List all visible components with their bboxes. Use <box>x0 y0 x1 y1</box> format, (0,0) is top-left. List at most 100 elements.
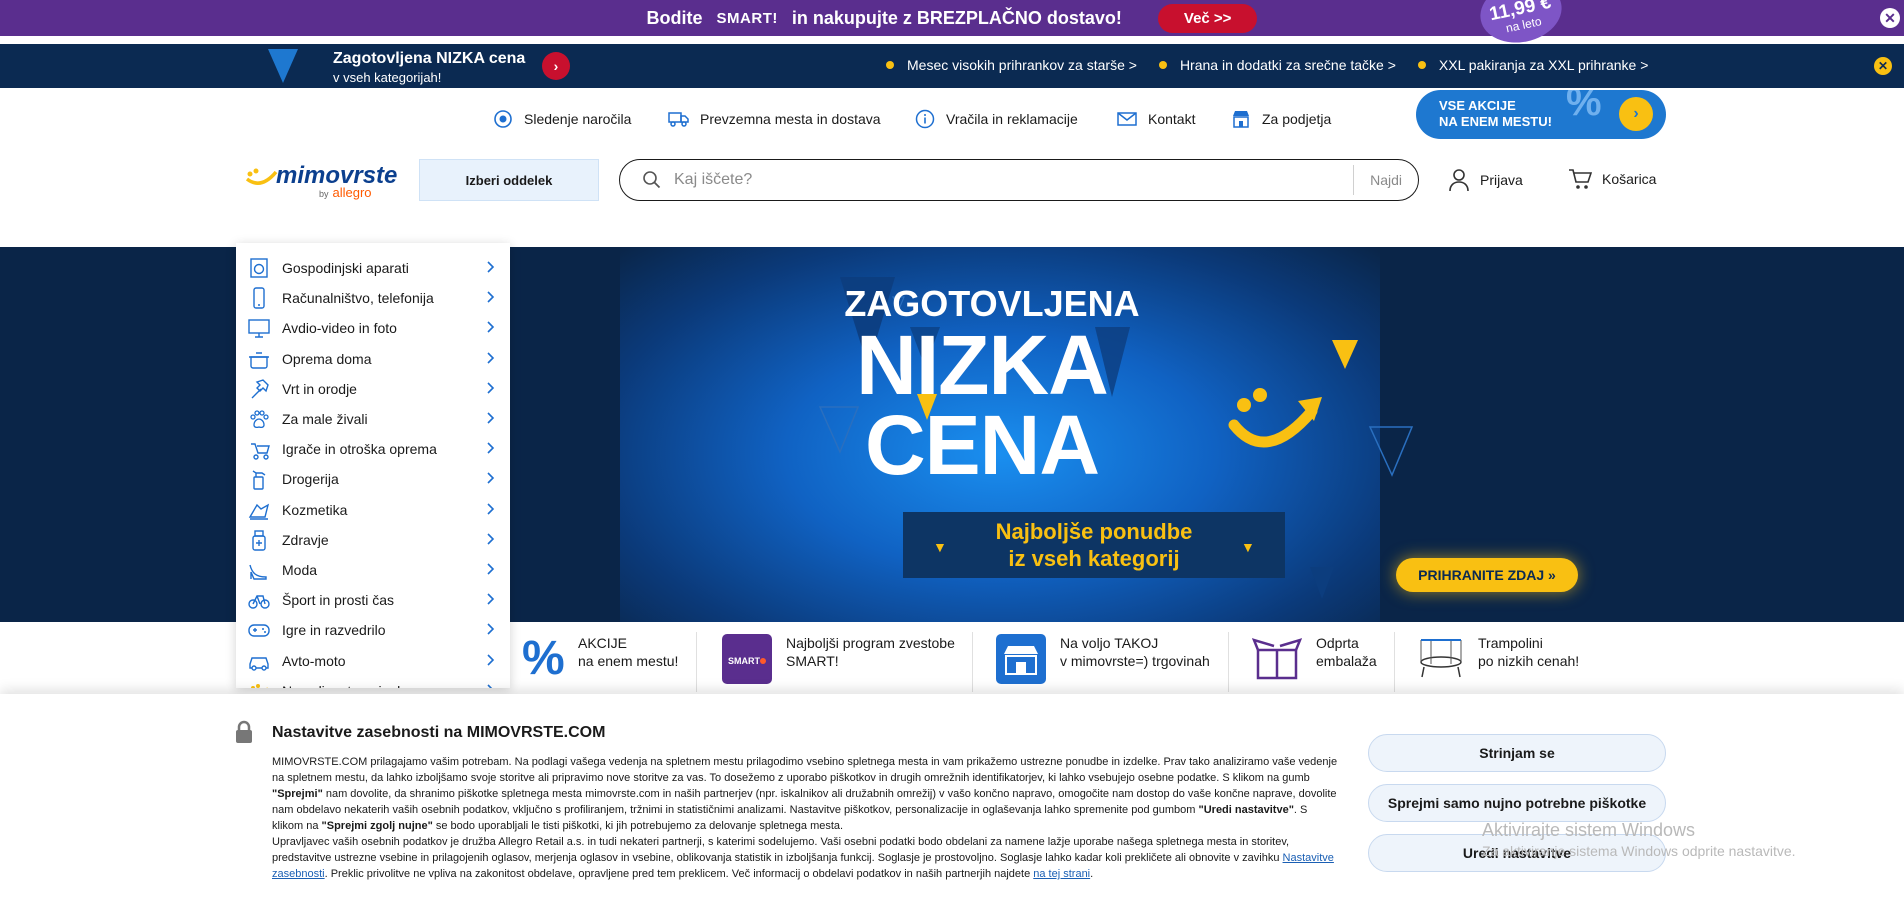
chevron-right-icon <box>484 471 498 485</box>
divider <box>972 632 973 692</box>
category-item[interactable]: Oprema doma <box>248 346 502 372</box>
nav-label: Sledenje naročila <box>524 111 632 127</box>
location-target-icon <box>492 108 514 130</box>
nav-order-tracking[interactable]: Sledenje naročila <box>492 108 631 130</box>
login-label: Prijava <box>1480 172 1523 188</box>
nav-label: Kontakt <box>1148 111 1196 127</box>
category-item[interactable]: Drogerija <box>248 466 502 492</box>
dialog-paragraph-2: Upravljavec vaših osebnih podatkov je dr… <box>272 836 1334 880</box>
search-button[interactable]: Najdi <box>1353 165 1418 195</box>
category-label: Gospodinjski aparati <box>282 260 409 276</box>
promo-text-after: in nakupujte z BREZPLAČNO dostavo! <box>791 7 1122 28</box>
category-label: Za male živali <box>282 411 368 427</box>
category-item[interactable]: Šport in prosti čas <box>248 587 502 613</box>
category-item[interactable]: Avto-moto <box>248 648 502 674</box>
accept-all-button[interactable]: Strinjam se <box>1368 734 1666 772</box>
arrow-right-icon: › <box>1619 97 1653 131</box>
secondary-link[interactable]: XXL pakiranja za XXL prihranke > <box>1418 57 1648 73</box>
more-button[interactable]: Več >> <box>1157 3 1258 33</box>
chevron-right-icon <box>484 290 498 304</box>
edit-settings-button[interactable]: Uredi nastavitve <box>1368 834 1666 872</box>
car-icon <box>248 650 270 672</box>
lock-icon <box>236 720 252 743</box>
close-icon[interactable]: ✕ <box>1874 57 1892 75</box>
open-box-icon <box>1252 638 1302 680</box>
tile-line2: SMART! <box>786 653 839 669</box>
category-item[interactable]: Zdravje <box>248 527 502 553</box>
department-button[interactable]: Izberi oddelek <box>419 159 599 201</box>
divider <box>696 632 697 692</box>
all-deals-pill[interactable]: VSE AKCIJE NA ENEM MESTU! % › <box>1416 90 1666 139</box>
promo-title[interactable]: Zagotovljena NIZKA cena <box>333 50 525 68</box>
tile-stores[interactable]: Na voljo TAKOJ v mimovrste=) trgovinah <box>972 632 1210 692</box>
category-label: Drogerija <box>282 471 339 488</box>
monitor-icon <box>248 317 270 339</box>
category-item[interactable]: Za male živali <box>248 406 502 432</box>
search-icon <box>643 171 661 189</box>
tile-open-box[interactable]: Odprta embalaža <box>1228 632 1377 692</box>
category-label: Šport in prosti čas <box>282 592 395 609</box>
nav-business[interactable]: Za podjetja <box>1230 108 1331 130</box>
category-item[interactable]: Kozmetika <box>248 497 502 523</box>
dialog-paragraph-1: MIMOVRSTE.COM prilagajamo vašim potrebam… <box>272 756 1338 832</box>
category-item[interactable]: Računalništvo, telefonija <box>248 285 502 311</box>
secondary-promo-bar: Zagotovljena NIZKA cena v vseh kategorij… <box>0 44 1904 88</box>
washing-machine-icon <box>248 257 270 279</box>
search-bar: Najdi <box>619 159 1419 201</box>
close-icon[interactable]: ✕ <box>1880 8 1900 28</box>
tile-loyalty[interactable]: SMART Najboljši program zvestobe SMART! <box>696 632 955 692</box>
tile-trampolines[interactable]: Trampolini po nizkih cenah! <box>1394 632 1579 692</box>
smart-logo-icon: SMART <box>722 634 772 684</box>
category-item[interactable]: Avdio-video in foto <box>248 315 502 341</box>
save-now-button[interactable]: PRIHRANITE ZDAJ » <box>1396 558 1578 592</box>
truck-icon <box>668 108 690 130</box>
nav-label: Vračila in reklamacije <box>946 111 1078 127</box>
tile-line1: Na voljo TAKOJ <box>1060 635 1159 651</box>
nav-contact[interactable]: Kontakt <box>1116 108 1195 130</box>
category-label: Moda <box>282 562 318 578</box>
divider <box>1228 632 1229 692</box>
divider <box>1394 632 1395 692</box>
category-item[interactable]: Igrače in otroška oprema <box>248 436 502 462</box>
category-item[interactable]: Igre in razvedrilo <box>248 617 502 643</box>
chevron-right-icon <box>484 502 498 516</box>
nav-label: Za podjetja <box>1262 111 1332 127</box>
chevron-right-icon <box>484 260 498 274</box>
store-icon <box>996 634 1046 684</box>
cart-link[interactable]: Košarica <box>1568 168 1656 190</box>
login-link[interactable]: Prijava <box>1448 168 1523 192</box>
secondary-link[interactable]: Mesec visokih prihrankov za starše > <box>886 57 1137 73</box>
smart-promo-bar[interactable]: Bodite SMART! in nakupujte z BREZPLAČNO … <box>0 0 1904 50</box>
category-label: Oprema doma <box>282 350 372 367</box>
secondary-link[interactable]: Hrana in dodatki za srečne tačke > <box>1159 57 1396 73</box>
hammer-icon <box>248 378 270 400</box>
chevron-right-icon <box>484 653 498 667</box>
nav-returns[interactable]: Vračila in reklamacije <box>914 108 1078 130</box>
promo-arrow-button[interactable]: › <box>542 52 570 80</box>
envelope-icon <box>1116 108 1138 130</box>
hero-box-line2: iz vseh kategorij <box>1008 546 1180 571</box>
tile-deals[interactable]: % AKCIJE na enem mestu! <box>520 634 678 690</box>
medicine-icon <box>248 529 270 551</box>
privacy-settings-dialog: Nastavitve zasebnosti na MIMOVRSTE.COM M… <box>0 694 1904 903</box>
hero-offer-box: Najboljše ponudbe iz vseh kategorij ▼ ▼ <box>903 512 1285 578</box>
tile-line1: Odprta <box>1316 635 1359 651</box>
category-item[interactable]: Moda <box>248 557 502 583</box>
category-label: Zdravje <box>282 531 329 548</box>
category-label: Avdio-video in foto <box>282 320 397 337</box>
partners-page-link[interactable]: na tej strani <box>1033 868 1090 880</box>
accept-necessary-button[interactable]: Sprejmi samo nujno potrebne piškotke <box>1368 784 1666 822</box>
hero-box-line1: Najboljše ponudbe <box>995 519 1193 544</box>
nav-pickup-delivery[interactable]: Prevzemna mesta in dostava <box>668 108 881 130</box>
category-item[interactable]: Na voljo v trgovinah <box>248 678 502 688</box>
category-label: Igrače in otroška oprema <box>282 441 437 458</box>
tile-line1: AKCIJE <box>578 635 628 651</box>
category-item[interactable]: Gospodinjski aparati <box>248 255 502 281</box>
pot-icon <box>248 348 270 370</box>
tile-line1: Trampolini <box>1478 635 1543 651</box>
chevron-right-icon <box>484 441 498 455</box>
search-input[interactable] <box>674 171 1354 189</box>
category-item[interactable]: Vrt in orodje <box>248 376 502 402</box>
mimovrste-logo[interactable]: mimovrste by allegro <box>244 158 397 202</box>
smart-logo: SMART! <box>716 9 778 27</box>
